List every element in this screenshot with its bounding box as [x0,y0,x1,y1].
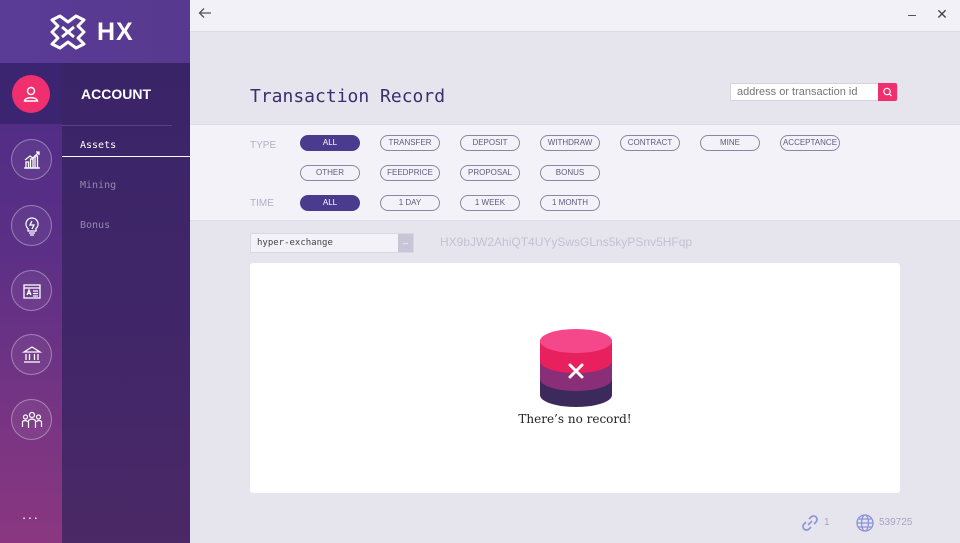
brand-name: HX [97,18,134,46]
group-icon [21,411,42,428]
time-label: TIME [250,198,274,209]
empty-database-icon [540,329,612,407]
wallet-address: HX9bJW2AhiQT4UYySwsGLns5kyPSnv5HFqp [440,235,693,249]
subnav-title: ACCOUNT [81,86,151,102]
subnav-item-mining[interactable]: Mining [80,180,116,191]
connection-count: 1 [824,517,830,528]
page-title: Transaction Record [250,86,446,107]
records-panel: There’s no record! [250,263,900,493]
type-chip-mine[interactable]: MINE [700,135,760,151]
type-chip-transfer[interactable]: TRANSFER [380,135,440,151]
time-chip-1-month[interactable]: 1 MONTH [540,195,600,211]
subnav-divider [62,125,172,126]
type-label: TYPE [250,140,277,151]
type-chip-deposit[interactable]: DEPOSIT [460,135,520,151]
bank-icon [21,345,42,363]
type-chip-withdraw[interactable]: WITHDRAW [540,135,600,151]
type-chip-contract[interactable]: CONTRACT [620,135,680,151]
rail-contacts-button[interactable] [11,270,52,311]
account-subnav: ACCOUNT Assets Mining Bonus [62,63,190,543]
time-chip-1-day[interactable]: 1 DAY [380,195,440,211]
globe-icon [856,514,874,532]
empty-message: There’s no record! [518,412,632,426]
window-titlebar: – ✕ [190,0,960,32]
rail-ideas-button[interactable] [11,205,52,246]
rail-market-button[interactable] [11,139,52,180]
type-chip-acceptance[interactable]: ACCEPTANCE [780,135,840,151]
type-chip-bonus[interactable]: BONUS [540,165,600,181]
block-height: 539725 [879,517,913,528]
rail-account-button[interactable] [12,75,50,113]
rail-community-button[interactable] [11,399,52,440]
type-chip-other[interactable]: OTHER [300,165,360,181]
type-chip-feedprice[interactable]: FEEDPRICE [380,165,440,181]
search-icon [883,87,892,97]
subnav-active-indicator [62,156,190,157]
wallet-select-value: hyper-exchange [257,238,333,248]
filter-panel: TYPE ALL TRANSFER DEPOSIT WITHDRAW CONTR… [190,124,960,221]
type-chip-proposal[interactable]: PROPOSAL [460,165,520,181]
subnav-item-assets[interactable]: Assets [80,140,116,151]
search-box [730,83,898,101]
hx-logo-icon [50,14,86,50]
brand-header: HX [0,0,190,63]
arrow-left-icon[interactable] [198,6,216,24]
minimize-button[interactable]: – [904,6,920,24]
type-chip-all[interactable]: ALL [300,135,360,151]
chevron-down-icon[interactable]: – [398,234,413,252]
rail-bank-button[interactable] [11,334,52,375]
id-card-icon [22,283,41,299]
link-icon [802,515,818,531]
more-button[interactable]: ... [0,506,62,522]
chart-icon [23,150,40,169]
subnav-item-bonus[interactable]: Bonus [80,220,110,231]
time-chip-all[interactable]: ALL [300,195,360,211]
user-icon [23,86,39,102]
wallet-select[interactable]: hyper-exchange – [250,233,414,253]
search-button[interactable] [878,83,897,101]
time-chip-1-week[interactable]: 1 WEEK [460,195,520,211]
close-button[interactable]: ✕ [934,6,950,24]
idea-bulb-icon [24,216,39,236]
search-input[interactable] [731,84,879,100]
